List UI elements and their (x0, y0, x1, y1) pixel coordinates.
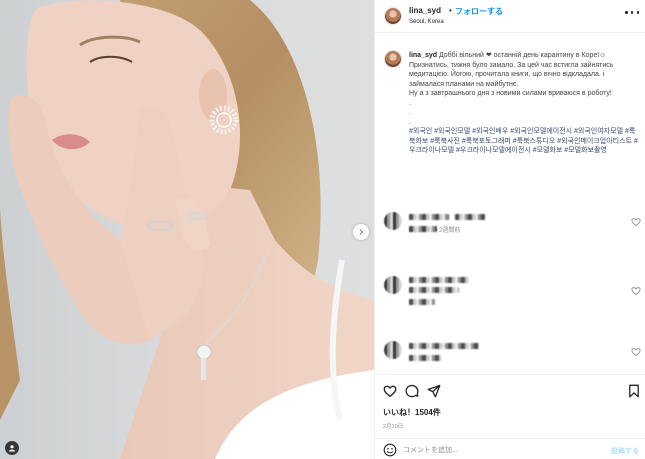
photo-scene (0, 0, 374, 459)
post-header: lina_syd • フォローする Seoul, Korea (375, 0, 645, 33)
post-date[interactable]: 2月10日 (383, 422, 403, 430)
post-side-panel: lina_syd • フォローする Seoul, Korea lina_syd … (374, 0, 645, 459)
follow-button[interactable]: フォローする (455, 6, 503, 17)
heart-icon[interactable] (631, 286, 641, 296)
comment-avatar[interactable] (384, 276, 402, 294)
blurred-comment-text (409, 355, 441, 361)
location-link[interactable]: Seoul, Korea (409, 19, 444, 25)
blurred-comment-text (409, 226, 437, 232)
next-photo-button[interactable] (353, 224, 369, 240)
heart-icon[interactable] (631, 347, 641, 357)
bookmark-icon[interactable] (627, 384, 641, 398)
username-link[interactable]: lina_syd (409, 6, 441, 15)
blurred-comment-text (409, 343, 479, 349)
comment-avatar[interactable] (384, 341, 402, 359)
likes-count[interactable]: いいね！1504件 (383, 407, 441, 418)
blurred-comment-text (409, 277, 469, 283)
avatar[interactable] (384, 7, 402, 25)
blurred-comment-text (409, 299, 435, 305)
heart-icon[interactable] (383, 384, 397, 398)
caption-avatar[interactable] (384, 50, 402, 68)
comment-icon[interactable] (405, 384, 419, 398)
caption-username[interactable]: lina_syd (409, 52, 437, 59)
heart-icon[interactable] (631, 217, 641, 227)
comment-input[interactable] (403, 443, 603, 457)
caption-body: Доббі вільний ❤ останній день карантину … (409, 52, 614, 126)
separator-dot: • (449, 6, 452, 15)
post-actions: いいね！1504件 2月10日 投稿する (375, 374, 645, 459)
chevron-right-icon (359, 229, 364, 235)
share-icon[interactable] (427, 384, 441, 398)
emoji-icon[interactable] (383, 443, 397, 457)
user-tag-button[interactable] (5, 441, 19, 455)
add-comment-bar: 投稿する (375, 438, 645, 459)
user-icon (9, 445, 15, 452)
caption-hashtags[interactable]: #외국인 #외국인모델 #외국인배우 #외국인모델에이전시 #외국인여자모델 #… (409, 128, 638, 154)
blurred-comment-text (409, 214, 449, 220)
more-horizontal-icon[interactable] (625, 11, 639, 17)
caption-text: lina_syd Доббі вільний ❤ останній день к… (409, 51, 641, 156)
blurred-comment-text (409, 287, 459, 293)
post-photo[interactable] (0, 0, 374, 459)
comments-section[interactable]: lina_syd Доббі вільний ❤ останній день к… (375, 34, 645, 374)
comment-avatar[interactable] (384, 212, 402, 230)
post-comment-button[interactable]: 投稿する (611, 446, 639, 456)
blurred-comment-text (455, 214, 485, 220)
